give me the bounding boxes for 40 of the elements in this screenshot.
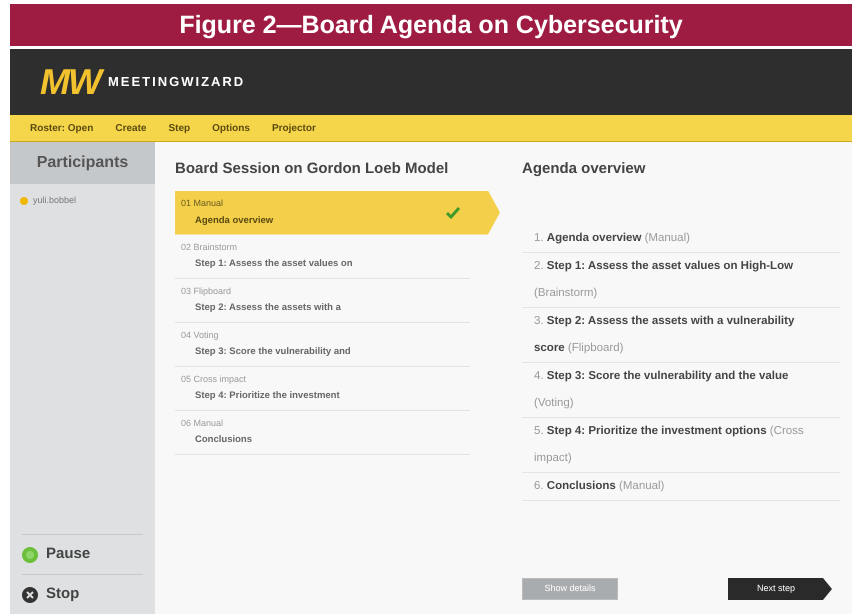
- toolbar-menu[interactable]: Step: [168, 120, 190, 136]
- agenda-step[interactable]: 02 Brainstorm Step 1: Assess the asset values on: [175, 234, 470, 278]
- session-title: Board Session on Gordon Loeb Model: [175, 159, 450, 179]
- step-title: Conclusions: [194, 433, 254, 448]
- participant-name[interactable]: yuli.bobbel: [33, 194, 76, 208]
- step-title: Step 3: Score the vulnerability and: [194, 345, 352, 360]
- step-method: 01 Manual: [181, 197, 224, 210]
- agenda-step[interactable]: 01 Manual Agenda overview: [175, 190, 500, 234]
- step-method: 03 Flipboard: [181, 284, 232, 298]
- agenda-item: 6. Conclusions (Manual): [522, 472, 840, 500]
- overview-title: Agenda overview: [522, 159, 646, 179]
- agenda-item: 2. Step 1: Assess the asset values on High-Low (Brainstorm): [522, 252, 840, 308]
- step-method: 05 Cross impact: [181, 372, 248, 386]
- app-name: MEETINGWIZARD: [108, 73, 246, 92]
- next-step-button[interactable]: Next step: [728, 578, 832, 600]
- pause-icon: [22, 546, 38, 562]
- step-method: 06 Manual: [181, 416, 224, 430]
- agenda-step[interactable]: 05 Cross impact Step 4: Prioritize the investment: [175, 366, 470, 410]
- sidebar-title: Participants: [10, 142, 155, 184]
- figure-title: Figure 2—Board Agenda on Cybersecurity: [10, 4, 852, 46]
- agenda-item: 5. Step 4: Prioritize the investment options (Cross impact): [522, 418, 840, 472]
- step-title: Step 2: Assess the assets with a: [194, 301, 342, 316]
- agenda-item: 4. Step 3: Score the vulnerability and the value (Voting): [522, 362, 840, 418]
- toolbar-menu[interactable]: Options: [212, 120, 250, 136]
- toolbar-menu[interactable]: Projector: [272, 120, 316, 136]
- toolbar-menu[interactable]: Roster: Open: [30, 120, 94, 136]
- step-title: Step 4: Prioritize the investment: [194, 389, 341, 404]
- step-title: Step 1: Assess the asset values on: [194, 257, 354, 272]
- agenda-step[interactable]: 03 Flipboard Step 2: Assess the assets with a: [175, 278, 470, 322]
- pause-button[interactable]: Pause: [22, 534, 143, 574]
- agenda-item: 1. Agenda overview (Manual): [522, 224, 840, 252]
- agenda-step[interactable]: 04 Voting Step 3: Score the vulnerability and: [175, 322, 470, 366]
- agenda-item: 3. Step 2: Assess the assets with a vulnerability score (Flipboard): [522, 308, 840, 362]
- stop-icon: [22, 586, 38, 602]
- step-method: 02 Brainstorm: [181, 240, 238, 254]
- stop-button[interactable]: Stop: [22, 574, 143, 614]
- step-title: Agenda overview: [194, 214, 274, 228]
- agenda-step[interactable]: 06 Manual Conclusions: [175, 410, 470, 454]
- toolbar-menu[interactable]: Create: [115, 120, 146, 136]
- step-method: 04 Voting: [181, 328, 220, 342]
